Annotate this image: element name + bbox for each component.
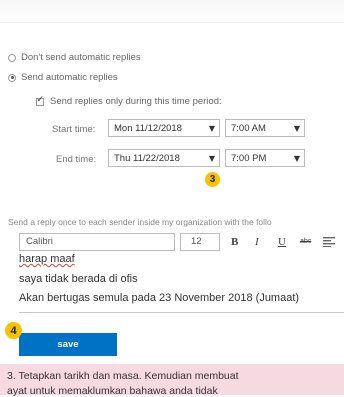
font-family-select[interactable]: Calibri <box>19 233 175 251</box>
start-time-dropdown[interactable]: 7:00 AM ▼ <box>225 119 305 137</box>
caption-band: 3. Tetapkan tarikh dan masa. Kemudian me… <box>0 364 344 397</box>
strikethrough-button[interactable]: abc <box>300 233 311 251</box>
format-toolbar: Calibri 12 B I U abc <box>19 233 344 251</box>
step-4-badge: 4 <box>5 322 22 339</box>
start-date-dropdown[interactable]: Mon 11/12/2018 ▼ <box>108 119 220 137</box>
reply-line-1[interactable]: harap maaf <box>19 253 75 265</box>
radio-on-icon[interactable] <box>8 73 16 82</box>
send-label: Send automatic replies <box>21 72 118 83</box>
dropdown-caret-icon: ▼ <box>208 123 216 133</box>
reply-scope-note: Send a reply once to each sender inside … <box>8 217 272 227</box>
end-time-label: End time: <box>56 154 97 165</box>
step-3-badge: 3 <box>205 172 220 187</box>
end-date-dropdown[interactable]: Thu 11/22/2018 ▼ <box>108 149 220 167</box>
dont-send-label: Don't send automatic replies <box>21 52 141 63</box>
italic-button[interactable]: I <box>255 233 259 251</box>
align-icon[interactable] <box>323 237 335 247</box>
reply-line-3[interactable]: Akan bertugas semula pada 23 November 20… <box>19 292 299 304</box>
caption-line-2: ayat untuk memaklumkan bahawa anda tidak <box>7 385 218 397</box>
end-time-value: 7:00 PM <box>231 152 267 164</box>
end-date-value: Thu 11/22/2018 <box>114 152 180 164</box>
save-button[interactable]: save <box>19 333 117 356</box>
time-period-option[interactable]: Send replies only during this time perio… <box>36 95 222 107</box>
caption-line-1: 3. Tetapkan tarikh dan masa. Kemudian me… <box>7 370 239 382</box>
start-time-value: 7:00 AM <box>231 122 266 134</box>
time-period-label: Send replies only during this time perio… <box>50 96 222 107</box>
reply-line-2[interactable]: saya tidak berada di ofis <box>19 273 138 285</box>
start-time-label: Start time: <box>52 124 96 135</box>
underline-button[interactable]: U <box>278 233 286 251</box>
dropdown-caret-icon: ▼ <box>293 153 301 163</box>
radio-off-icon[interactable] <box>8 53 16 62</box>
dropdown-caret-icon: ▼ <box>208 153 216 163</box>
top-bar <box>0 0 344 23</box>
font-size-select[interactable]: 12 <box>180 233 220 251</box>
dont-send-option[interactable]: Don't send automatic replies <box>8 52 141 63</box>
editor-bottom-border <box>19 312 344 313</box>
bold-button[interactable]: B <box>231 233 238 251</box>
start-date-value: Mon 11/12/2018 <box>114 122 182 134</box>
send-option[interactable]: Send automatic replies <box>8 72 118 83</box>
end-time-dropdown[interactable]: 7:00 PM ▼ <box>225 149 305 167</box>
dropdown-caret-icon: ▼ <box>293 123 301 133</box>
checkbox-icon[interactable] <box>36 95 44 106</box>
